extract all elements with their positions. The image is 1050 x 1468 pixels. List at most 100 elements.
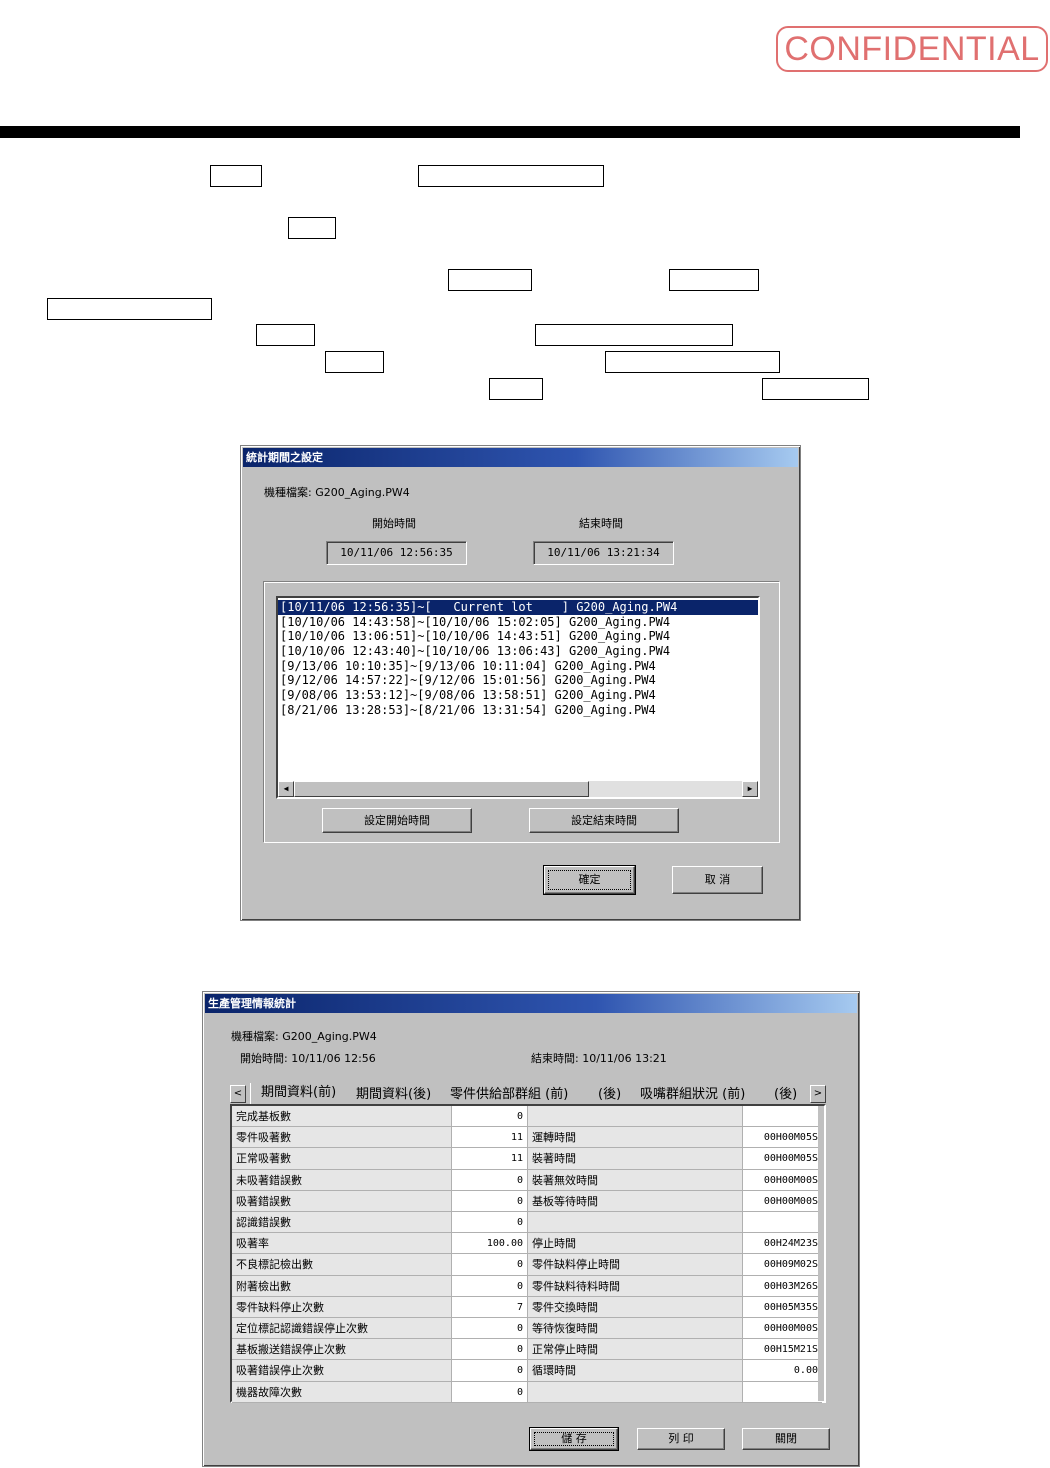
print-button[interactable]: 列 印 [637,1428,725,1450]
metric-name: 吸著率 [232,1233,451,1255]
list-item[interactable]: [10/10/06 13:06:51]~[10/10/06 14:43:51] … [278,629,758,644]
table-row: 吸著錯誤數 0 基板等待時間 00H00M00S [232,1190,822,1212]
set-start-time-button[interactable]: 設定開始時間 [322,808,472,833]
metric-name: 不良標記檢出數 [232,1254,451,1276]
tab-strip: < 期間資料(前) 期間資料(後) 零件供給部群組 (前) (後) 吸嘴群組狀況… [230,1083,828,1105]
table-row: 正常吸著數 11 裝著時間 00H00M05S [232,1148,822,1170]
period-listbox[interactable]: [10/11/06 12:56:35]~[ Current lot ] G200… [276,596,760,799]
time-name: 運轉時間 [527,1127,742,1149]
save-button[interactable]: 儲 存 [529,1427,619,1451]
time-name: 零件缺料待料時間 [527,1275,742,1297]
text-box-8 [535,324,733,346]
text-box-10 [605,351,780,373]
metric-value: 0 [451,1169,527,1191]
metric-name: 機器故障次數 [232,1381,451,1403]
list-item[interactable]: [10/10/06 12:43:40]~[10/10/06 13:06:43] … [278,644,758,659]
time-name: 停止時間 [527,1233,742,1255]
metric-value: 0 [451,1254,527,1276]
time-value: 0.00 [742,1360,822,1382]
time-name: 正常停止時間 [527,1339,742,1361]
list-item[interactable]: [8/21/06 13:28:53]~[8/21/06 13:31:54] G2… [278,703,758,718]
vertical-scrollbar[interactable] [818,1106,824,1401]
start-time-field: 10/11/06 12:56:35 [326,541,467,565]
time-value [742,1381,822,1403]
time-name [527,1381,742,1403]
metric-name: 附著檢出數 [232,1275,451,1297]
list-item[interactable]: [9/13/06 10:10:35]~[9/13/06 10:11:04] G2… [278,659,758,674]
close-button[interactable]: 關閉 [742,1428,830,1450]
scroll-right-icon[interactable]: ▶ [742,781,758,797]
tab-nozzle-group-after[interactable]: (後) [774,1085,797,1105]
metric-name: 零件缺料停止次數 [232,1296,451,1318]
start-time-label: 開始時間: 10/11/06 12:56 [240,1052,376,1065]
time-name: 循環時間 [527,1360,742,1382]
metric-value: 11 [451,1148,527,1170]
time-name: 基板等待時間 [527,1190,742,1212]
period-list: [10/11/06 12:56:35]~[ Current lot ] G200… [278,598,758,718]
time-value: 00H03M26S [742,1275,822,1297]
cancel-button[interactable]: 取 消 [672,866,763,894]
table-row: 機器故障次數 0 [232,1381,822,1403]
focus-indicator [534,1432,614,1446]
metric-value: 11 [451,1127,527,1149]
table-row: 吸著率 100.00 停止時間 00H24M23S [232,1233,822,1255]
focus-indicator [548,870,631,890]
tab-period-after[interactable]: 期間資料(後) [356,1085,431,1105]
table-row: 定位標記認識錯誤停止次數 0 等待恢復時間 00H00M00S [232,1318,822,1340]
end-time-field: 10/11/06 13:21:34 [533,541,674,565]
metric-value: 7 [451,1296,527,1318]
model-file-label: 機種檔案: G200_Aging.PW4 [264,486,410,499]
time-value: 00H00M00S [742,1190,822,1212]
scroll-thumb[interactable] [294,781,589,797]
end-time-label: 結束時間: 10/11/06 13:21 [531,1052,667,1065]
text-box-9 [325,351,384,373]
text-box-4 [448,269,532,291]
time-name [527,1106,742,1128]
list-item[interactable]: [9/08/06 13:53:12]~[9/08/06 13:58:51] G2… [278,688,758,703]
metric-name: 正常吸著數 [232,1148,451,1170]
list-item[interactable]: [10/10/06 14:43:58]~[10/10/06 15:02:05] … [278,615,758,630]
metric-name: 定位標記認識錯誤停止次數 [232,1318,451,1340]
metric-value: 0 [451,1381,527,1403]
horizontal-scrollbar[interactable]: ◀ ▶ [278,781,758,797]
metric-name: 基板搬送錯誤停止次數 [232,1339,451,1361]
table-row: 基板搬送錯誤停止次數 0 正常停止時間 00H15M21S [232,1339,822,1361]
tab-nozzle-group-before[interactable]: 吸嘴群組狀況 (前) [640,1085,745,1105]
metric-value: 0 [451,1360,527,1382]
text-box-1 [210,165,262,187]
text-box-7 [256,324,315,346]
header-rule [0,126,1020,138]
table-row: 吸著錯誤停止次數 0 循環時間 0.00 [232,1360,822,1382]
time-value: 00H00M05S [742,1127,822,1149]
model-file-label: 機種檔案: G200_Aging.PW4 [231,1030,377,1043]
time-name: 零件交換時間 [527,1296,742,1318]
list-item[interactable]: [10/11/06 12:56:35]~[ Current lot ] G200… [278,600,758,615]
metric-value: 0 [451,1106,527,1128]
metric-value: 0 [451,1190,527,1212]
metric-name: 認識錯誤數 [232,1212,451,1234]
scroll-left-icon[interactable]: ◀ [278,781,294,797]
time-value: 00H00M05S [742,1148,822,1170]
time-value: 00H24M23S [742,1233,822,1255]
text-box-11 [489,378,543,400]
tab-scroll-right-icon[interactable]: > [810,1085,826,1103]
period-setting-dialog: 統計期間之設定 機種檔案: G200_Aging.PW4 開始時間 結束時間 1… [240,445,801,921]
set-end-time-button[interactable]: 設定結束時間 [529,808,679,833]
time-name: 裝著時間 [527,1148,742,1170]
list-item[interactable]: [9/12/06 14:57:22]~[9/12/06 15:01:56] G2… [278,673,758,688]
tab-period-before[interactable]: 期間資料(前) [250,1083,341,1105]
time-name [527,1212,742,1234]
tab-feeder-group-before[interactable]: 零件供給部群組 (前) [450,1085,568,1105]
text-box-3 [288,217,336,239]
ok-button[interactable]: 確定 [543,865,636,895]
metric-name: 吸著錯誤停止次數 [232,1360,451,1382]
text-box-2 [418,165,604,187]
table-row: 未吸著錯誤數 0 裝著無效時間 00H00M00S [232,1169,822,1191]
text-box-5 [669,269,759,291]
time-name: 裝著無效時間 [527,1169,742,1191]
tab-feeder-group-after[interactable]: (後) [598,1085,621,1105]
tab-scroll-left-icon[interactable]: < [230,1085,246,1103]
metric-name: 零件吸著數 [232,1127,451,1149]
metric-value: 0 [451,1212,527,1234]
confidential-stamp: CONFIDENTIAL [776,26,1048,72]
